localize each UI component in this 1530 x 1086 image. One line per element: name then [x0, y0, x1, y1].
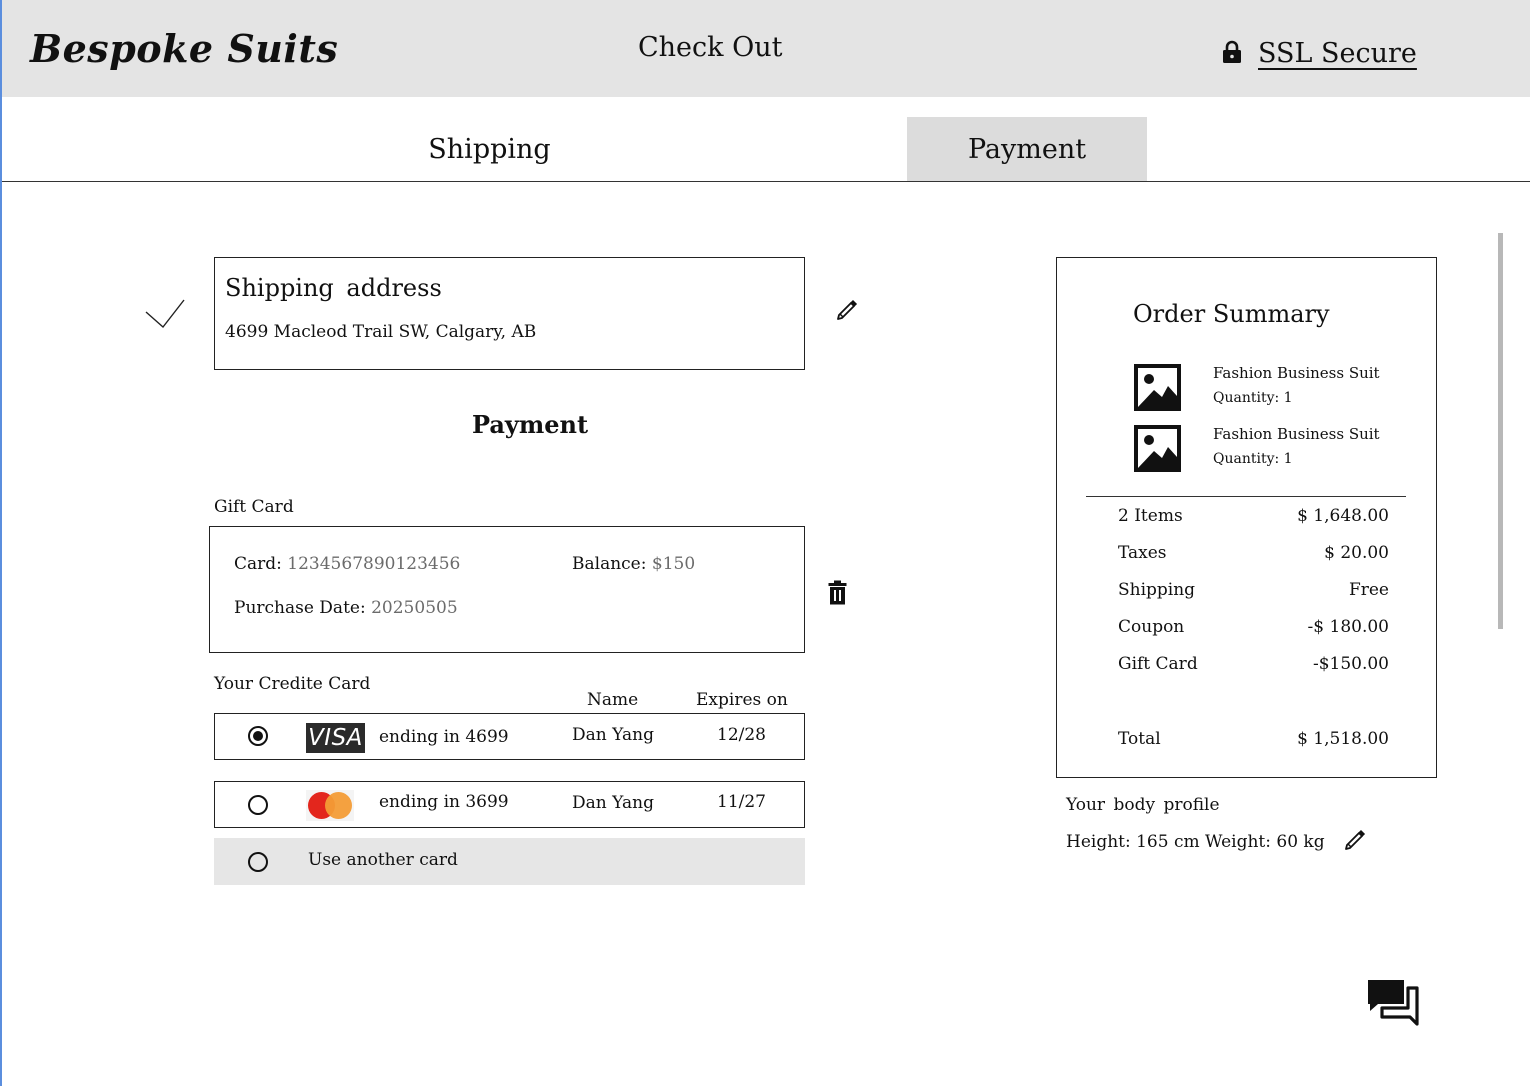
body-profile-details: Height: 165 cm Weight: 60 kg	[1066, 832, 1325, 852]
order-item-quantity: Quantity: 1	[1213, 451, 1293, 467]
body-profile-title: Your body profile	[1066, 795, 1220, 815]
tab-payment[interactable]: Payment	[907, 117, 1147, 181]
tab-divider	[2, 181, 1530, 182]
shipping-address-text: 4699 Macleod Trail SW, Calgary, AB	[225, 322, 537, 342]
tab-shipping[interactable]: Shipping	[382, 117, 597, 181]
gift-card-date-value: 20250505	[371, 598, 458, 618]
order-summary-title: Order Summary	[1133, 300, 1330, 328]
shipping-address-title: Shipping address	[225, 274, 442, 302]
chat-bubbles-icon[interactable]	[1366, 978, 1419, 1026]
gift-card-section-label: Gift Card	[214, 497, 294, 517]
edit-shipping-pencil-icon[interactable]	[836, 299, 858, 321]
summary-value-taxes: $ 20.00	[1324, 543, 1389, 563]
card-ending: ending in 4699	[379, 727, 509, 747]
summary-label-shipping: Shipping	[1118, 580, 1196, 600]
lock-icon	[1223, 40, 1241, 63]
summary-divider	[1086, 496, 1406, 497]
summary-value-total: $ 1,518.00	[1297, 729, 1389, 749]
visa-logo-icon: VISA	[306, 723, 365, 753]
card-holder-name: Dan Yang	[572, 725, 654, 745]
card-radio-selected[interactable]	[248, 726, 268, 746]
checkmark-icon	[145, 299, 185, 329]
summary-label-items: 2 Items	[1118, 506, 1183, 526]
gift-card-number-value: 1234567890123456	[287, 554, 461, 574]
summary-value-shipping: Free	[1348, 580, 1389, 600]
order-item-name: Fashion Business Suit	[1213, 425, 1380, 443]
payment-heading: Payment	[471, 410, 589, 439]
card-ending: ending in 3699	[379, 792, 509, 812]
summary-label-taxes: Taxes	[1118, 543, 1167, 563]
gift-card-date-label: Purchase Date:	[234, 598, 366, 618]
use-another-card-label: Use another card	[308, 850, 458, 870]
vertical-scrollbar[interactable]	[1498, 233, 1503, 629]
column-header-expires: Expires on	[696, 690, 788, 710]
gift-card-panel	[209, 526, 805, 653]
product-image-placeholder-icon	[1134, 425, 1181, 472]
trash-icon[interactable]	[828, 580, 847, 605]
brand-logo[interactable]: Bespoke Suits	[30, 26, 338, 71]
gift-card-purchase-date: Purchase Date: 20250505	[234, 598, 458, 618]
use-another-card-row[interactable]	[214, 838, 805, 885]
gift-card-number: Card: 1234567890123456	[234, 554, 460, 574]
card-expiry: 11/27	[717, 792, 766, 812]
gift-card-balance-value: $150	[651, 554, 696, 574]
page-title: Check Out	[638, 32, 783, 63]
gift-card-balance-label: Balance:	[572, 554, 647, 574]
summary-label-total: Total	[1118, 729, 1161, 749]
summary-value-coupon: -$ 180.00	[1307, 617, 1389, 637]
gift-card-balance: Balance: $150	[572, 554, 695, 574]
mastercard-logo-icon	[306, 790, 354, 821]
ssl-secure-link[interactable]: SSL Secure	[1258, 38, 1417, 69]
gift-card-number-label: Card:	[234, 554, 282, 574]
column-header-name: Name	[587, 690, 639, 710]
summary-label-gift-card: Gift Card	[1118, 654, 1198, 674]
edit-body-profile-pencil-icon[interactable]	[1344, 829, 1366, 851]
credit-card-section-label: Your Credite Card	[214, 674, 371, 694]
summary-label-coupon: Coupon	[1118, 617, 1185, 637]
card-radio[interactable]	[248, 795, 268, 815]
summary-value-items: $ 1,648.00	[1297, 506, 1389, 526]
another-card-radio[interactable]	[248, 852, 268, 872]
card-holder-name: Dan Yang	[572, 793, 654, 813]
order-item-name: Fashion Business Suit	[1213, 364, 1380, 382]
order-item-quantity: Quantity: 1	[1213, 390, 1293, 406]
product-image-placeholder-icon	[1134, 364, 1181, 411]
summary-value-gift-card: -$150.00	[1312, 654, 1389, 674]
card-expiry: 12/28	[717, 725, 766, 745]
